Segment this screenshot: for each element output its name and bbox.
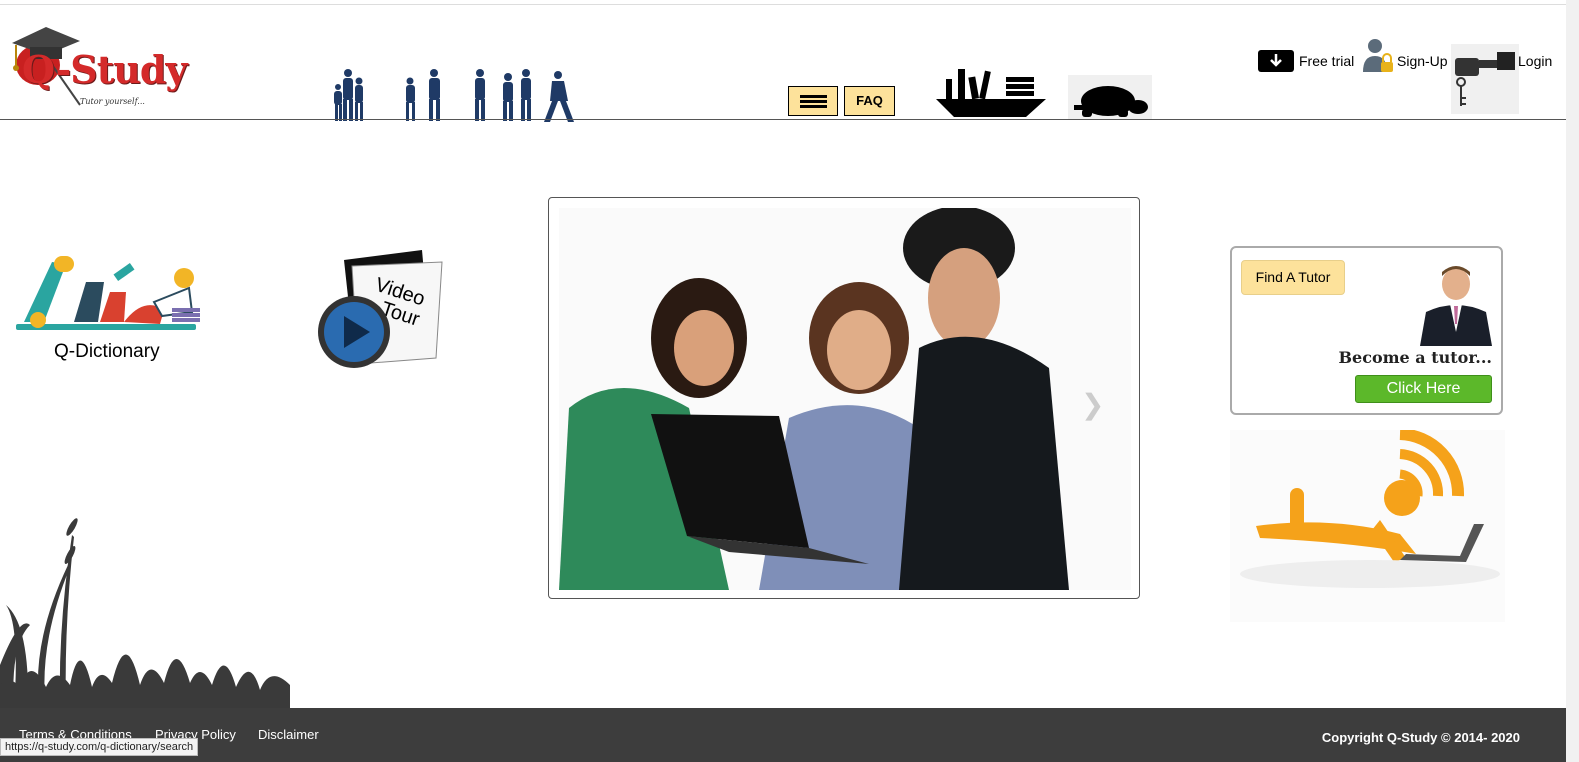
q-dictionary-label: Q-Dictionary <box>54 341 160 362</box>
click-here-button[interactable]: Click Here <box>1355 375 1492 403</box>
sign-up-label: Sign-Up <box>1397 53 1448 69</box>
site-header: Q-Study Tutor yourself... FAQ Free trial… <box>0 5 1566 122</box>
browser-status-url: https://q-study.com/q-dictionary/search <box>0 738 199 756</box>
sign-up-link[interactable]: Sign-Up <box>1361 36 1453 76</box>
disclaimer-link[interactable]: Disclaimer <box>258 727 319 742</box>
copyright-text: Copyright Q-Study © 2014- 2020 <box>1321 730 1520 745</box>
people-silhouettes-icon <box>334 69 574 122</box>
login-link[interactable]: Login <box>1451 44 1561 114</box>
logo-wordmark: Q-Study <box>22 47 188 92</box>
carousel-next-icon[interactable]: ❯ <box>1081 388 1104 421</box>
login-label: Login <box>1518 53 1553 69</box>
menu-bar <box>800 95 827 98</box>
turtle-icon <box>1074 86 1148 117</box>
free-trial-label: Free trial <box>1299 53 1355 69</box>
reading-student-icon <box>16 256 200 330</box>
menu-bar <box>800 105 827 108</box>
tutor-panel: Find A Tutor Become a tutor... Click Her… <box>1230 246 1503 415</box>
page-scrollbar[interactable] <box>1566 0 1579 762</box>
menu-bar <box>800 100 827 103</box>
video-tour-link[interactable]: Video Tour <box>314 248 449 370</box>
hamburger-menu-button[interactable] <box>788 86 838 116</box>
hero-carousel[interactable]: ❯ <box>548 197 1140 599</box>
students-with-laptop-image <box>559 208 1131 590</box>
find-a-tutor-button[interactable]: Find A Tutor <box>1241 260 1345 295</box>
tutor-photo <box>1416 262 1494 346</box>
video-tour-icon: Video Tour <box>318 250 443 368</box>
logo-tagline: Tutor yourself... <box>80 97 145 106</box>
turtle-icon-wrapper[interactable] <box>1068 75 1152 119</box>
site-footer: Terms & Conditions Privacy Policy Discla… <box>0 708 1566 762</box>
download-icon <box>1258 50 1294 72</box>
stationery-tray-icon[interactable] <box>928 65 1050 120</box>
figure-with-laptop-wifi-image <box>1230 430 1505 622</box>
header-divider <box>0 119 1566 120</box>
grass-silhouette-image <box>0 518 290 710</box>
user-lock-icon <box>1363 39 1393 72</box>
faq-button[interactable]: FAQ <box>844 86 895 116</box>
key-card-icon <box>1451 44 1519 114</box>
q-dictionary-link[interactable]: Q-Dictionary <box>14 252 209 367</box>
q-study-logo[interactable]: Q-Study Tutor yourself... <box>8 19 223 114</box>
become-a-tutor-text: Become a tutor... <box>1338 348 1493 367</box>
